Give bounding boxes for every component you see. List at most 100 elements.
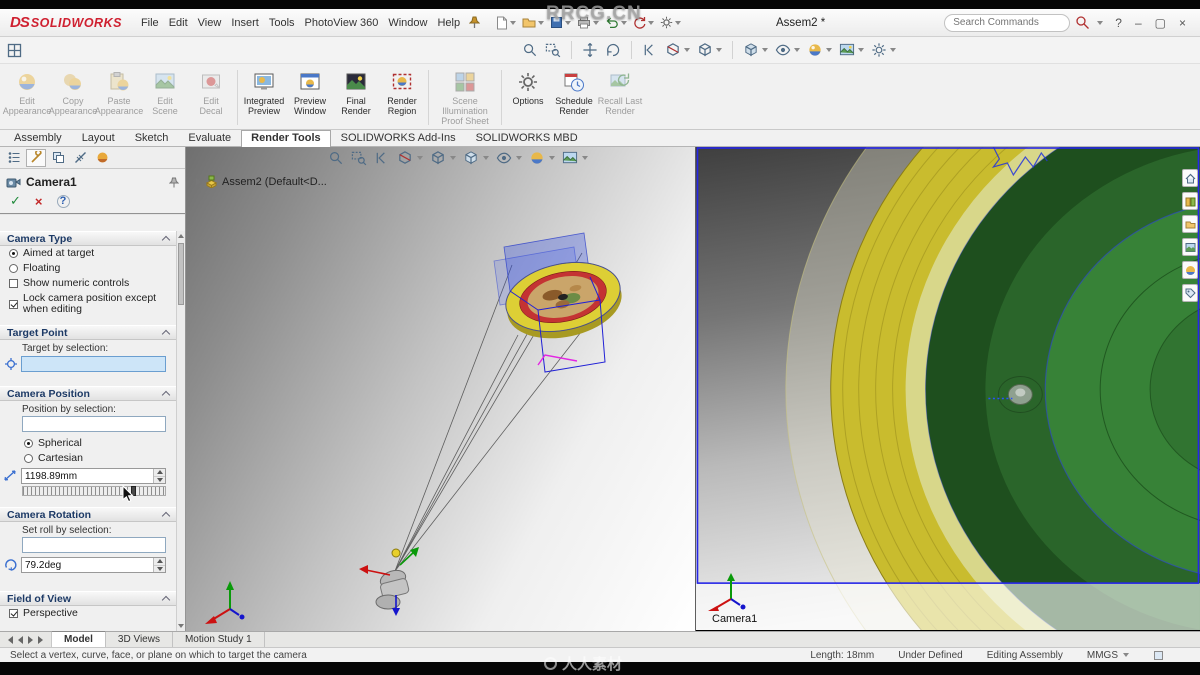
property-manager-icon[interactable] (26, 148, 46, 167)
menu-tools[interactable]: Tools (264, 14, 300, 32)
tab-evaluate[interactable]: Evaluate (178, 130, 241, 146)
section-view-icon[interactable] (397, 150, 423, 166)
view-palette-icon[interactable] (1182, 238, 1198, 256)
hide-show-items-icon[interactable] (774, 41, 801, 59)
grid-icon[interactable] (6, 42, 23, 59)
proof-sheet-button[interactable]: Scene Illumination Proof Sheet (432, 66, 498, 129)
schedule-render-button[interactable]: Schedule Render (551, 66, 597, 129)
display-style-icon[interactable] (463, 150, 489, 166)
rotate-view-icon[interactable] (604, 41, 622, 59)
menu-help[interactable]: Help (432, 14, 465, 32)
tab-assembly[interactable]: Assembly (4, 130, 72, 146)
camera-distance-slider[interactable] (22, 485, 166, 503)
pan-icon[interactable] (581, 41, 599, 59)
display-style-icon[interactable] (742, 41, 769, 59)
checkbox-lock-camera-position[interactable]: Lock camera position except when editing (0, 291, 176, 317)
recall-last-render-button[interactable]: Recall Last Render (597, 66, 643, 129)
camera-type-header[interactable]: Camera Type (0, 231, 176, 246)
checkbox-perspective[interactable]: Perspective (0, 606, 176, 621)
menu-photoview-360[interactable]: PhotoView 360 (300, 14, 384, 32)
feature-tree-root[interactable]: Assem2 (Default<D... (196, 175, 327, 188)
help-icon[interactable]: ? (1115, 17, 1122, 29)
tab-sketch[interactable]: Sketch (125, 130, 179, 146)
maximize-icon[interactable]: ▢ (1155, 17, 1166, 29)
zoom-area-icon[interactable] (351, 150, 367, 166)
field-of-view-header[interactable]: Field of View (0, 591, 176, 606)
integrated-preview-button[interactable]: Integrated Preview (241, 66, 287, 129)
apply-scene-icon[interactable] (838, 41, 865, 59)
final-render-button[interactable]: Final Render (333, 66, 379, 129)
position-selection-box[interactable] (22, 416, 166, 432)
preview-window-button[interactable]: Preview Window (287, 66, 333, 129)
graphics-area[interactable]: Assem2 (Default<D... (186, 147, 695, 631)
home-icon[interactable] (1182, 169, 1198, 187)
radio-cartesian[interactable]: Cartesian (0, 451, 176, 466)
camera-position-header[interactable]: Camera Position (0, 386, 176, 401)
view-orientation-icon[interactable] (430, 150, 456, 166)
status-units[interactable]: MMGS (1087, 650, 1129, 661)
radio-aimed-at-target[interactable]: Aimed at target (0, 246, 176, 261)
hide-show-items-icon[interactable] (496, 150, 522, 166)
view-orientation-icon[interactable] (696, 41, 723, 59)
render-region-button[interactable]: Render Region (379, 66, 425, 129)
zoom-area-icon[interactable] (544, 41, 562, 59)
checkbox-show-numeric-controls[interactable]: Show numeric controls (0, 276, 176, 291)
cancel-button[interactable]: × (35, 194, 43, 209)
3d-scene[interactable] (186, 147, 695, 631)
target-point-header[interactable]: Target Point (0, 325, 176, 340)
search-dropdown-icon[interactable] (1097, 20, 1104, 25)
paste-appearance-button[interactable]: Paste Appearance (95, 66, 143, 129)
options-gear-icon[interactable] (657, 15, 684, 30)
configuration-icon[interactable] (48, 149, 68, 167)
tab-solidworks-mbd[interactable]: SOLIDWORKS MBD (466, 130, 588, 146)
spin-up-icon[interactable] (154, 469, 165, 477)
edit-scene-button[interactable]: Edit Scene (142, 66, 188, 129)
appearances-icon[interactable] (1182, 261, 1198, 279)
spin-down-icon[interactable] (154, 565, 165, 572)
open-icon[interactable] (519, 15, 547, 30)
ok-button[interactable]: ✓ (10, 193, 21, 209)
previous-view-icon[interactable] (641, 41, 659, 59)
camera-preview-pane[interactable]: Camera1 (695, 147, 1200, 631)
tab-layout[interactable]: Layout (72, 130, 125, 146)
menu-insert[interactable]: Insert (226, 14, 264, 32)
feature-tree-icon[interactable] (4, 149, 24, 167)
minimize-icon[interactable]: – (1135, 17, 1142, 29)
tab-solidworks-add-ins[interactable]: SOLIDWORKS Add-Ins (331, 130, 466, 146)
pin-icon[interactable] (469, 16, 481, 29)
menu-view[interactable]: View (193, 14, 227, 32)
target-selection-box[interactable] (21, 356, 166, 372)
edit-appearance-icon[interactable] (806, 41, 833, 59)
scroll-tabs-left-icon[interactable] (18, 635, 23, 644)
tab-model[interactable]: Model (52, 631, 106, 647)
edit-decal-button[interactable]: Edit Decal (188, 66, 234, 129)
status-tag-icon[interactable] (1153, 650, 1164, 661)
menu-window[interactable]: Window (383, 14, 432, 32)
camera-distance-spinner[interactable]: 1198.89mm (21, 468, 166, 484)
tab-scroll-buttons[interactable] (0, 632, 52, 647)
section-view-icon[interactable] (664, 41, 691, 59)
spin-down-icon[interactable] (154, 476, 165, 483)
spin-up-icon[interactable] (154, 558, 165, 566)
panel-scrollbar[interactable] (176, 231, 185, 631)
previous-view-icon[interactable] (374, 150, 390, 166)
menu-file[interactable]: File (136, 14, 164, 32)
edit-appearance-icon[interactable] (529, 150, 555, 166)
scroll-tabs-first-icon[interactable] (8, 635, 13, 644)
search-input[interactable] (944, 13, 1071, 32)
file-explorer-icon[interactable] (1182, 215, 1198, 233)
pushpin-icon[interactable] (169, 177, 179, 188)
design-library-icon[interactable] (1182, 192, 1198, 210)
tab-motion-study-1[interactable]: Motion Study 1 (173, 632, 265, 647)
dimxpert-icon[interactable] (70, 149, 90, 167)
edit-appearance-button[interactable]: Edit Appearance (3, 66, 51, 129)
scroll-down-icon[interactable] (178, 622, 184, 630)
copy-appearance-button[interactable]: Copy Appearance (49, 66, 97, 129)
tab-render-tools[interactable]: Render Tools (241, 130, 331, 147)
radio-floating[interactable]: Floating (0, 261, 176, 276)
close-icon[interactable]: × (1179, 17, 1186, 29)
zoom-fit-icon[interactable] (521, 41, 539, 59)
options-button[interactable]: Options (505, 66, 551, 129)
radio-spherical[interactable]: Spherical (0, 436, 176, 451)
zoom-fit-icon[interactable] (328, 150, 344, 166)
